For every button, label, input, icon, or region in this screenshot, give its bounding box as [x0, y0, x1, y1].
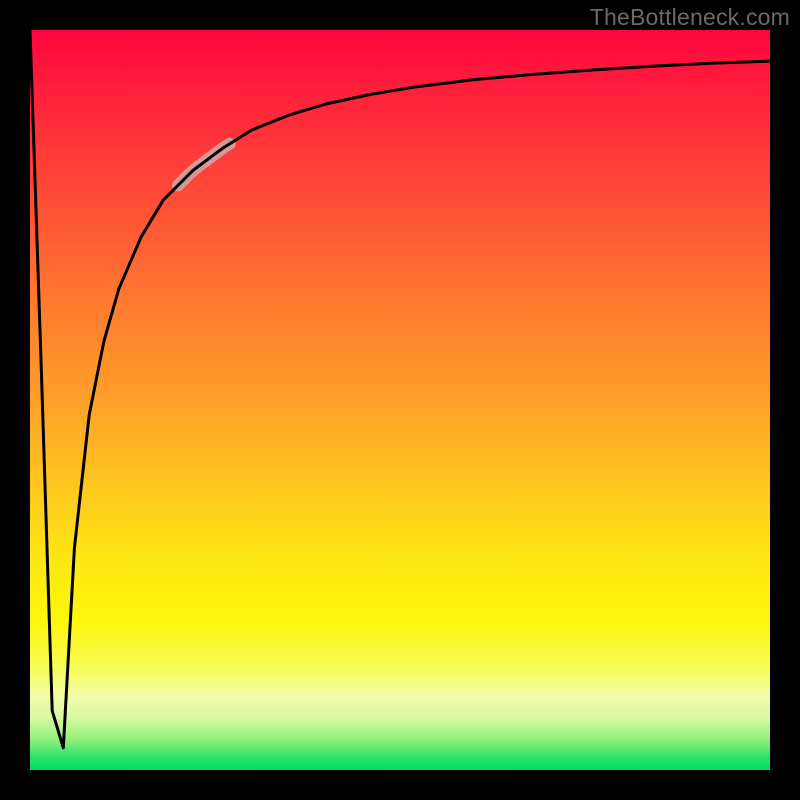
- plot-area: [30, 30, 770, 770]
- curve-layer: [30, 30, 770, 770]
- chart-frame: TheBottleneck.com: [0, 0, 800, 800]
- bottleneck-curve: [30, 30, 770, 748]
- watermark-text: TheBottleneck.com: [590, 4, 790, 31]
